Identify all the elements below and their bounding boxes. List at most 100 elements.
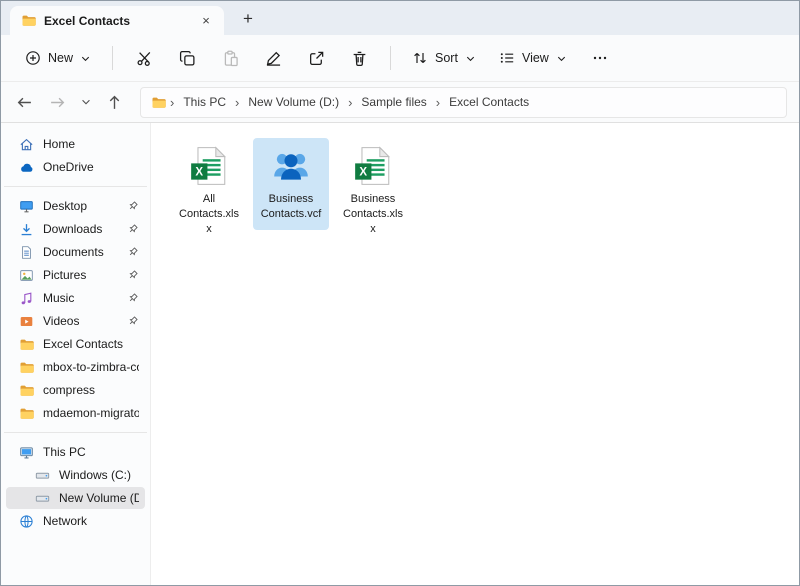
file-item-all-contacts-xlsx[interactable]: X All Contacts.xlsx: [171, 138, 247, 245]
breadcrumb-item-this-pc[interactable]: This PC: [178, 92, 231, 112]
navigation-pane: Home OneDrive Desktop: [1, 123, 151, 585]
breadcrumb[interactable]: › This PC › New Volume (D:) › Sample fil…: [140, 87, 787, 118]
sidebar-item-new-volume-d[interactable]: New Volume (D:): [6, 487, 145, 509]
sidebar-item-downloads[interactable]: Downloads: [6, 218, 145, 240]
file-name: All Contacts.xlsx: [178, 192, 240, 237]
sidebar-item-label: Windows (C:): [59, 468, 131, 482]
sidebar-item-label: Downloads: [43, 222, 102, 236]
sidebar-item-desktop[interactable]: Desktop: [6, 195, 145, 217]
sidebar-item-label: Pictures: [43, 268, 86, 282]
breadcrumb-item-new-volume[interactable]: New Volume (D:): [243, 92, 344, 112]
toolbar-divider: [112, 46, 113, 70]
back-button[interactable]: [9, 87, 40, 117]
folder-icon: [21, 13, 36, 28]
copy-button[interactable]: [167, 41, 207, 75]
sidebar-item-music[interactable]: Music: [6, 287, 145, 309]
titlebar: Excel Contacts × +: [1, 1, 799, 35]
excel-file-icon: X: [188, 145, 230, 187]
ellipsis-icon: [592, 50, 608, 66]
drive-icon: [35, 468, 50, 483]
new-button[interactable]: New: [15, 41, 101, 75]
music-icon: [19, 291, 34, 306]
sidebar-item-windows-c[interactable]: Windows (C:): [6, 464, 145, 486]
sidebar-item-network[interactable]: Network: [6, 510, 145, 532]
pin-icon: [127, 200, 139, 212]
tab-close-button[interactable]: ×: [194, 10, 218, 32]
pin-icon: [127, 315, 139, 327]
address-bar-row: › This PC › New Volume (D:) › Sample fil…: [1, 82, 799, 123]
svg-text:X: X: [359, 167, 367, 179]
videos-icon: [19, 314, 34, 329]
toolbar-divider: [390, 46, 391, 70]
pin-icon: [127, 246, 139, 258]
share-icon: [308, 50, 325, 67]
breadcrumb-separator: ›: [432, 95, 444, 110]
drive-icon: [35, 491, 50, 506]
sidebar-item-label: Home: [43, 137, 75, 151]
sidebar-item-label: Desktop: [43, 199, 87, 213]
sidebar-item-label: mdaemon-migrator: [43, 406, 139, 420]
sidebar-item-label: mbox-to-zimbra-con: [43, 360, 139, 374]
sidebar-item-this-pc[interactable]: This PC: [6, 441, 145, 463]
file-item-business-contacts-xlsx[interactable]: X Business Contacts.xlsx: [335, 138, 411, 245]
sidebar-item-label: Documents: [43, 245, 104, 259]
forward-button[interactable]: [42, 87, 73, 117]
excel-file-icon: X: [352, 145, 394, 187]
folder-icon: [19, 360, 34, 375]
sort-button-label: Sort: [435, 51, 458, 65]
sidebar-item-documents[interactable]: Documents: [6, 241, 145, 263]
folder-icon: [19, 406, 34, 421]
breadcrumb-separator: ›: [231, 95, 243, 110]
share-button[interactable]: [296, 41, 336, 75]
this-pc-icon: [19, 445, 34, 460]
network-globe-icon: [19, 514, 34, 529]
sidebar-item-onedrive[interactable]: OneDrive: [6, 156, 145, 178]
sidebar-item-videos[interactable]: Videos: [6, 310, 145, 332]
pin-icon: [127, 223, 139, 235]
sidebar-item-label: Videos: [43, 314, 79, 328]
file-name: Business Contacts.vcf: [260, 192, 322, 222]
explorer-body: Home OneDrive Desktop: [1, 123, 799, 585]
sidebar-item-compress[interactable]: compress: [6, 379, 145, 401]
onedrive-cloud-icon: [19, 160, 34, 175]
trash-icon: [351, 50, 368, 67]
rename-button[interactable]: [253, 41, 293, 75]
view-button[interactable]: View: [489, 41, 577, 75]
sidebar-item-excel-contacts[interactable]: Excel Contacts: [6, 333, 145, 355]
breadcrumb-separator: ›: [166, 95, 178, 110]
explorer-tab[interactable]: Excel Contacts ×: [10, 6, 224, 35]
file-item-business-contacts-vcf[interactable]: Business Contacts.vcf: [253, 138, 329, 230]
sidebar-item-label: New Volume (D:): [59, 491, 139, 505]
downloads-icon: [19, 222, 34, 237]
sidebar-item-mbox-to-zimbra[interactable]: mbox-to-zimbra-con: [6, 356, 145, 378]
new-tab-button[interactable]: +: [233, 6, 263, 32]
sidebar-item-label: Network: [43, 514, 87, 528]
rename-icon: [265, 50, 282, 67]
svg-text:X: X: [195, 167, 203, 179]
new-button-label: New: [48, 51, 73, 65]
see-more-button[interactable]: [580, 41, 620, 75]
sidebar-item-home[interactable]: Home: [6, 133, 145, 155]
sidebar-item-label: compress: [43, 383, 95, 397]
contacts-file-icon: [270, 145, 312, 187]
desktop-icon: [19, 199, 34, 214]
clipboard-paste-icon: [222, 50, 239, 67]
sidebar-item-mdaemon-migrator[interactable]: mdaemon-migrator: [6, 402, 145, 424]
file-explorer-window: Excel Contacts × + New: [0, 0, 800, 586]
sidebar-item-pictures[interactable]: Pictures: [6, 264, 145, 286]
paste-button[interactable]: [210, 41, 250, 75]
sort-button[interactable]: Sort: [402, 41, 486, 75]
sidebar-divider: [4, 432, 147, 433]
delete-button[interactable]: [339, 41, 379, 75]
documents-icon: [19, 245, 34, 260]
file-name: Business Contacts.xlsx: [342, 192, 404, 237]
breadcrumb-item-excel-contacts[interactable]: Excel Contacts: [444, 92, 534, 112]
pictures-icon: [19, 268, 34, 283]
breadcrumb-item-sample-files[interactable]: Sample files: [356, 92, 431, 112]
sidebar-item-label: Excel Contacts: [43, 337, 123, 351]
up-button[interactable]: [99, 87, 130, 117]
recent-locations-button[interactable]: [75, 87, 97, 117]
scissors-icon: [136, 50, 153, 67]
cut-button[interactable]: [124, 41, 164, 75]
sidebar-divider: [4, 186, 147, 187]
